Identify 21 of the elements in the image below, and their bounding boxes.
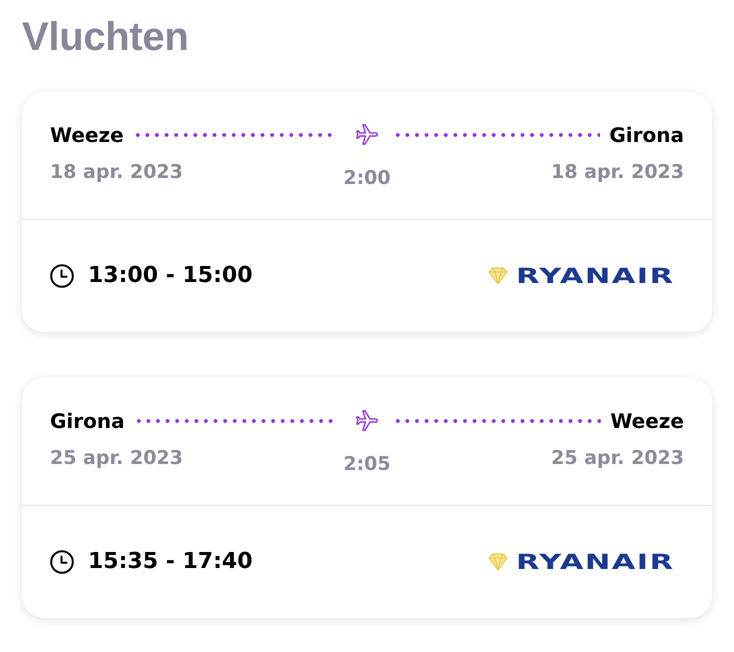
departure-date: 18 apr. 2023 [50, 160, 183, 185]
section-title: Vluchten [22, 14, 190, 61]
flight-times: 15:35 - 17:40 [88, 548, 253, 576]
flight-duration: 2:00 [343, 166, 391, 191]
clock-icon [50, 550, 74, 574]
flight-duration: 2:05 [343, 452, 391, 477]
airplane-icon [355, 124, 379, 146]
arrival-city: Girona [609, 122, 684, 148]
arrival-date: 25 apr. 2023 [551, 446, 684, 471]
airline-name: RYANAIR [516, 551, 674, 573]
departure-city: Weeze [50, 122, 124, 148]
gem-icon [488, 267, 508, 285]
airplane-icon [355, 410, 379, 432]
arrival-city: Weeze [610, 408, 684, 434]
clock-icon [50, 264, 74, 288]
gem-icon [488, 553, 508, 571]
departure-date: 25 apr. 2023 [50, 446, 183, 471]
flight-times: 13:00 - 15:00 [88, 262, 253, 290]
airline-name: RYANAIR [516, 265, 674, 287]
departure-city: Girona [50, 408, 125, 434]
arrival-date: 18 apr. 2023 [551, 160, 684, 185]
